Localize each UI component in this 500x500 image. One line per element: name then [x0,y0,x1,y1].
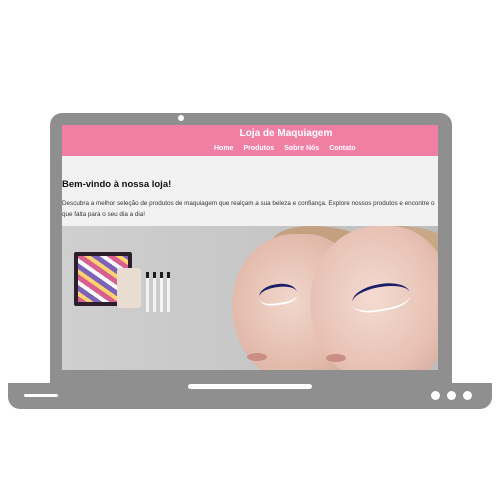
indicator-light-icon [431,391,440,400]
webcam-icon [178,115,184,121]
site-header: Loja de Maquiagem Home Produtos Sobre Nó… [62,125,438,156]
nav-contato-link[interactable]: Contato [329,145,355,152]
laptop-screen: Loja de Maquiagem Home Produtos Sobre Nó… [62,125,438,370]
laptop-slot [24,394,58,397]
welcome-heading: Bem-vindo à nossa loja! [62,179,172,190]
makeup-pouch-image [117,268,141,308]
brush-image [153,278,156,312]
laptop-notch [188,384,312,389]
indicator-light-icon [463,391,472,400]
nav-home-link[interactable]: Home [214,145,233,152]
site-title: Loja de Maquiagem [239,128,333,139]
nav-sobre-link[interactable]: Sobre Nós [284,145,319,152]
model-lips-right [326,354,346,362]
brush-image [167,278,170,312]
brush-image [146,278,149,312]
nav-produtos-link[interactable]: Produtos [243,145,274,152]
brush-image [160,278,163,312]
indicator-light-icon [447,391,456,400]
site-nav: Home Produtos Sobre Nós Contato [214,145,356,152]
hero-image [62,226,438,370]
welcome-description: Descubra a melhor seleção de produtos de… [62,200,435,218]
model-lips-left [247,353,267,361]
